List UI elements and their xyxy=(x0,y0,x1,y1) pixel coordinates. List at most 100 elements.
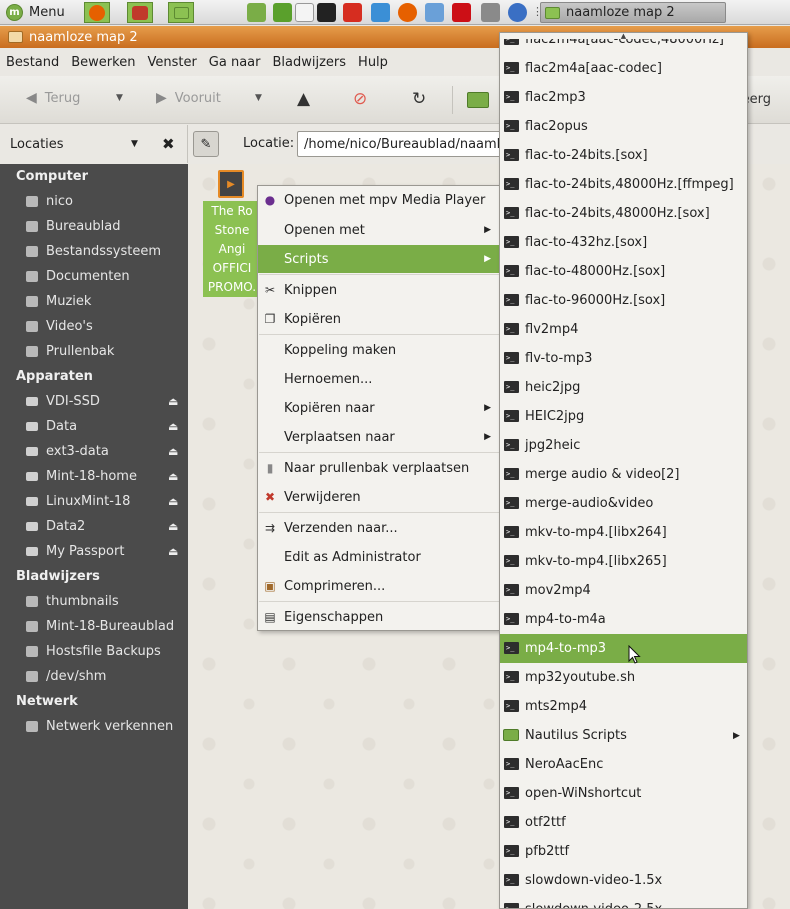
script-item[interactable]: >_ flac-to-24bits,48000Hz.[ffmpeg] xyxy=(500,170,747,199)
close-icon[interactable]: ✖ xyxy=(162,135,175,153)
context-menu-item[interactable]: Verplaatsen naar ▶ xyxy=(258,423,499,451)
script-item[interactable]: >_ flac2opus xyxy=(500,112,747,141)
sidebar-item[interactable]: Netwerk verkennen xyxy=(0,714,188,739)
sidebar-item[interactable]: Bureaublad xyxy=(0,214,188,239)
script-item[interactable]: >_ slowdown-video-1.5x xyxy=(500,866,747,895)
home-button[interactable] xyxy=(467,88,493,110)
script-item[interactable]: >_ mov2mp4 xyxy=(500,576,747,605)
context-menu-item[interactable]: Openen met ▶ xyxy=(258,216,499,244)
camera-launcher[interactable] xyxy=(127,2,153,23)
script-item[interactable]: >_ flv-to-mp3 xyxy=(500,344,747,373)
context-menu-item[interactable]: Hernoemen... xyxy=(258,365,499,393)
script-item[interactable]: >_ flac-to-432hz.[sox] xyxy=(500,228,747,257)
script-item[interactable]: >_ mp32youtube.sh xyxy=(500,663,747,692)
scripts-folder-item[interactable]: Nautilus Scripts ▶ xyxy=(500,721,747,750)
context-menu-item[interactable]: ❐ Kopiëren xyxy=(258,305,499,333)
menu-venster[interactable]: Venster xyxy=(141,55,202,70)
files-launcher[interactable] xyxy=(168,2,194,23)
context-menu-item[interactable]: ⇉ Verzenden naar... xyxy=(258,514,499,542)
context-menu-item[interactable]: ✂ Knippen xyxy=(258,276,499,304)
eject-icon[interactable]: ⏏ xyxy=(168,520,178,533)
context-menu-item[interactable]: Scripts ▶ xyxy=(258,245,499,273)
forward-history-dropdown[interactable]: ▼ xyxy=(255,93,262,103)
script-item[interactable]: >_ heic2jpg xyxy=(500,373,747,402)
script-item[interactable]: >_ merge-audio&video xyxy=(500,489,747,518)
script-item[interactable]: >_ flac2mp3 xyxy=(500,83,747,112)
opera-icon[interactable] xyxy=(452,3,471,22)
script-item[interactable]: >_ mp4-to-m4a xyxy=(500,605,747,634)
menu-ga-naar[interactable]: Ga naar xyxy=(203,55,267,70)
script-item[interactable]: >_ flac-to-96000Hz.[sox] xyxy=(500,286,747,315)
script-item[interactable]: >_ pfb2ttf xyxy=(500,837,747,866)
script-item[interactable]: >_ flv2mp4 xyxy=(500,315,747,344)
location-input[interactable] xyxy=(297,131,512,157)
stop-icon[interactable]: ⊘ xyxy=(353,89,367,109)
script-item[interactable]: >_ merge audio & video[2] xyxy=(500,460,747,489)
taskbar-window-button[interactable]: naamloze map 2 xyxy=(540,2,726,23)
firefox-tray-icon[interactable] xyxy=(398,3,417,22)
context-menu-item[interactable]: ▣ Comprimeren... xyxy=(258,572,499,600)
arrow-up-icon[interactable]: ▲ xyxy=(297,89,310,109)
sidebar-item[interactable]: VDI-SSD ⏏ xyxy=(0,389,188,414)
globe-icon[interactable] xyxy=(508,3,527,22)
sidebar-item[interactable]: Documenten xyxy=(0,264,188,289)
chevron-down-icon[interactable]: ▼ xyxy=(131,139,138,149)
script-item[interactable]: >_ mkv-to-mp4.[libx264] xyxy=(500,518,747,547)
chrome-icon[interactable] xyxy=(425,3,444,22)
script-item[interactable]: >_ HEIC2jpg xyxy=(500,402,747,431)
file-item[interactable]: ▶ The Ro Stone Angi OFFICI PROMO. xyxy=(203,170,261,297)
sidebar-item[interactable]: Muziek xyxy=(0,289,188,314)
sidebar-item[interactable]: Data2 ⏏ xyxy=(0,514,188,539)
eject-icon[interactable]: ⏏ xyxy=(168,420,178,433)
firefox-launcher[interactable] xyxy=(84,2,110,23)
monitor-icon[interactable] xyxy=(247,3,266,22)
context-menu-item[interactable]: ● Openen met mpv Media Player xyxy=(258,186,499,214)
menu-bladwijzers[interactable]: Bladwijzers xyxy=(267,55,353,70)
back-button[interactable]: ◀ Terug xyxy=(26,90,80,106)
eject-icon[interactable]: ⏏ xyxy=(168,470,178,483)
context-menu-item[interactable]: Koppeling maken xyxy=(258,336,499,364)
forward-button[interactable]: ▶ Vooruit xyxy=(156,90,221,106)
script-item[interactable]: >_ mts2mp4 xyxy=(500,692,747,721)
sidebar-item[interactable]: ext3-data ⏏ xyxy=(0,439,188,464)
script-item[interactable]: >_ NeroAacEnc xyxy=(500,750,747,779)
script-item[interactable]: >_ mp4-to-mp3 xyxy=(500,634,747,663)
sidebar-item[interactable]: nico xyxy=(0,189,188,214)
script-item[interactable]: >_ mkv-to-mp4.[libx265] xyxy=(500,547,747,576)
context-menu-item[interactable]: ✖ Verwijderen xyxy=(258,483,499,511)
sidebar-item[interactable]: Video's xyxy=(0,314,188,339)
sidebar-item[interactable]: thumbnails xyxy=(0,589,188,614)
photo-icon[interactable] xyxy=(481,3,500,22)
menu-bewerken[interactable]: Bewerken xyxy=(65,55,141,70)
script-item[interactable]: >_ flac-to-24bits.[sox] xyxy=(500,141,747,170)
sidebar-item[interactable]: Hostsfile Backups xyxy=(0,639,188,664)
text-editor-icon[interactable] xyxy=(295,3,314,22)
sidebar-item[interactable]: Bestandssysteem xyxy=(0,239,188,264)
eject-icon[interactable]: ⏏ xyxy=(168,495,178,508)
back-history-dropdown[interactable]: ▼ xyxy=(116,93,123,103)
eject-icon[interactable]: ⏏ xyxy=(168,395,178,408)
menu-hulp[interactable]: Hulp xyxy=(352,55,394,70)
context-menu-item[interactable]: Kopiëren naar ▶ xyxy=(258,394,499,422)
filezilla-icon[interactable] xyxy=(343,3,362,22)
script-item[interactable]: >_ slowdown-video-2.5x xyxy=(500,895,747,908)
main-menu-button[interactable]: m Menu xyxy=(2,2,72,23)
script-item[interactable]: >_ flac2m4a[aac-codec] xyxy=(500,54,747,83)
script-item[interactable]: >_ flac-to-48000Hz.[sox] xyxy=(500,257,747,286)
sidebar-item[interactable]: Data ⏏ xyxy=(0,414,188,439)
sidebar-title[interactable]: Locaties xyxy=(10,137,64,152)
context-menu-item[interactable]: ▮ Naar prullenbak verplaatsen xyxy=(258,454,499,482)
sidebar-item[interactable]: /dev/shm xyxy=(0,664,188,689)
context-menu-item[interactable]: ▤ Eigenschappen xyxy=(258,603,499,631)
script-item[interactable]: >_ open-WiNshortcut xyxy=(500,779,747,808)
eject-icon[interactable]: ⏏ xyxy=(168,445,178,458)
script-item[interactable]: >_ flac-to-24bits,48000Hz.[sox] xyxy=(500,199,747,228)
script-item[interactable]: >_ otf2ttf xyxy=(500,808,747,837)
sidebar-item[interactable]: LinuxMint-18 ⏏ xyxy=(0,489,188,514)
scroll-up-arrow-icon[interactable]: ▲ xyxy=(500,33,747,40)
download-icon[interactable] xyxy=(273,3,292,22)
reload-icon[interactable]: ↻ xyxy=(412,89,426,109)
script-item[interactable]: >_ jpg2heic xyxy=(500,431,747,460)
context-menu-item[interactable]: Edit as Administrator xyxy=(258,543,499,571)
writer-icon[interactable] xyxy=(371,3,390,22)
